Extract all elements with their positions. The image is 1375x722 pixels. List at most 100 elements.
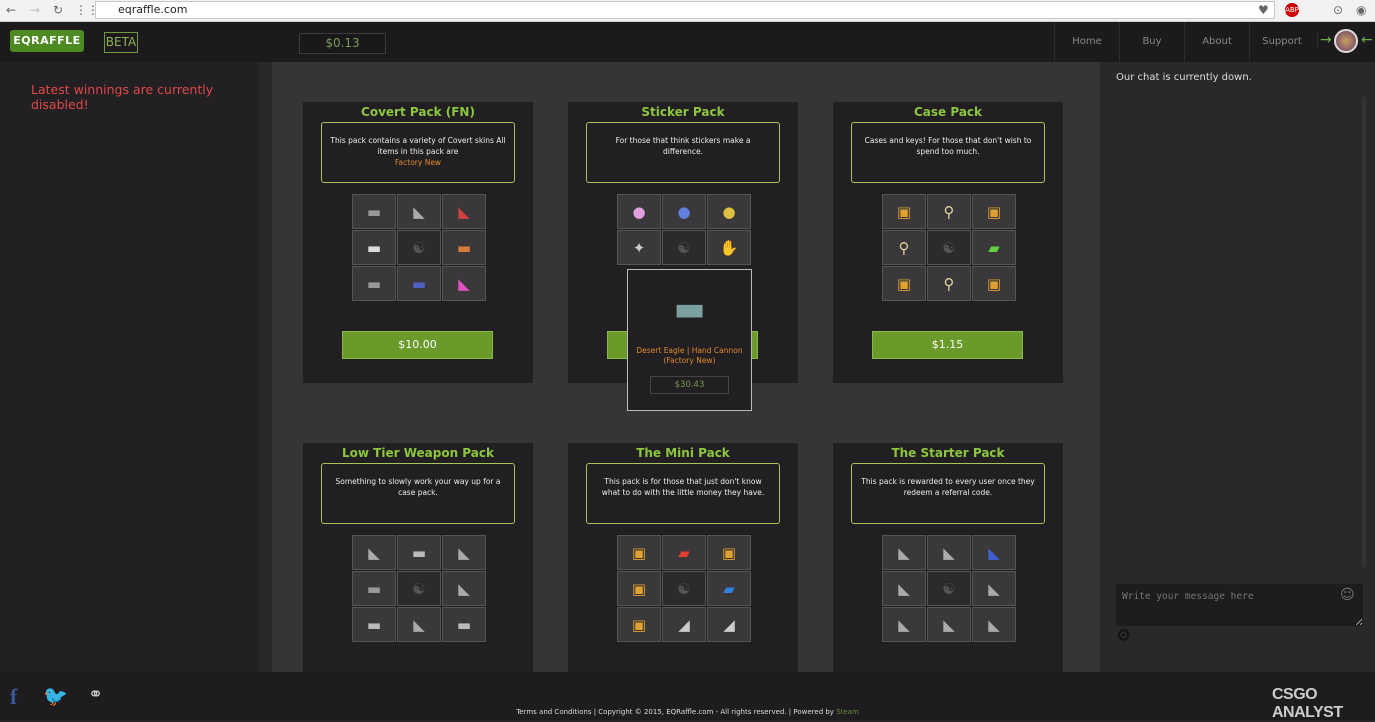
pack-item[interactable]: ◣ — [882, 535, 926, 570]
pack-item[interactable]: ▬ — [352, 230, 396, 265]
pack-item[interactable]: ▣ — [882, 194, 926, 229]
steam-icon[interactable]: ⚭ — [88, 684, 103, 705]
pack-description: For those that think stickers make a dif… — [586, 122, 780, 183]
pack-card: The Starter Pack This pack is rewarded t… — [833, 443, 1063, 672]
gear-icon[interactable]: ⚙ — [1116, 626, 1131, 646]
pack-item[interactable]: ⚲ — [927, 194, 971, 229]
profile-icon[interactable]: ◉ — [1356, 3, 1366, 17]
pistol-icon: ◣ — [368, 543, 380, 562]
pack-item[interactable]: ▰ — [707, 571, 751, 606]
nav-buy[interactable]: Buy — [1119, 22, 1184, 62]
pack-item[interactable]: ▣ — [972, 194, 1016, 229]
address-bar[interactable]: eqraffle.com — [95, 1, 1275, 19]
pack-item[interactable]: ✋ — [707, 230, 751, 265]
pack-item[interactable]: ▣ — [882, 266, 926, 301]
pack-item[interactable]: ✦ — [617, 230, 661, 265]
pack-item[interactable]: ▬ — [352, 266, 396, 301]
forward-icon[interactable]: → — [30, 3, 40, 17]
pack-item[interactable]: ☯ — [662, 230, 706, 265]
pack-item[interactable]: ☯ — [397, 571, 441, 606]
pack-item[interactable]: ◣ — [397, 607, 441, 642]
pack-item[interactable]: ◣ — [972, 607, 1016, 642]
chat-scrollbar[interactable] — [1362, 97, 1366, 567]
back-icon[interactable]: ← — [6, 3, 16, 17]
reload-icon[interactable]: ↻ — [53, 3, 63, 17]
pack-item[interactable]: ☯ — [662, 571, 706, 606]
smg-icon: ▬ — [366, 615, 382, 634]
pack-item[interactable]: ▬ — [352, 607, 396, 642]
adblock-icon[interactable]: ABP — [1285, 3, 1299, 17]
rifle-orange-icon: ▬ — [456, 238, 472, 257]
pack-item[interactable]: ◣ — [882, 571, 926, 606]
sticker-hand-icon: ✋ — [719, 238, 739, 257]
nav-support[interactable]: Support — [1249, 22, 1314, 62]
pack-item[interactable]: ☯ — [927, 230, 971, 265]
case-green-icon: ▰ — [988, 238, 1000, 257]
pack-item[interactable]: ▬ — [397, 266, 441, 301]
buy-pack-button[interactable]: $10.00 — [342, 331, 493, 359]
pack-item[interactable]: ● — [707, 194, 751, 229]
logo[interactable]: EQRAFFLE — [10, 30, 84, 52]
pack-item[interactable]: ☯ — [397, 230, 441, 265]
emoji-icon[interactable]: ☺ — [1340, 587, 1355, 603]
rifle-icon: ▬ — [366, 274, 382, 293]
case-icon: ▣ — [986, 202, 1002, 221]
download-icon[interactable]: ⊙ — [1333, 3, 1343, 17]
chat-input[interactable] — [1116, 584, 1363, 626]
pack-item[interactable]: ▬ — [442, 607, 486, 642]
pack-description-text: This pack contains a variety of Covert s… — [330, 136, 506, 156]
pack-item[interactable]: ◣ — [442, 571, 486, 606]
pack-item[interactable]: ● — [617, 194, 661, 229]
heart-icon[interactable]: ♥ — [1258, 3, 1269, 17]
pack-item[interactable]: ◢ — [707, 607, 751, 642]
pack-item[interactable]: ▣ — [617, 607, 661, 642]
pack-item[interactable]: ◣ — [972, 571, 1016, 606]
pack-item[interactable]: ◣ — [972, 535, 1016, 570]
pack-item[interactable]: ☯ — [927, 571, 971, 606]
twitter-icon[interactable]: 🐦 — [43, 684, 68, 708]
pack-item[interactable]: ◣ — [882, 607, 926, 642]
yinyang-icon: ☯ — [677, 238, 691, 257]
case-icon: ▣ — [896, 274, 912, 293]
pack-item[interactable]: ⚲ — [882, 230, 926, 265]
pistol-icon: ◣ — [458, 543, 470, 562]
sticker-blue-icon: ● — [677, 202, 691, 221]
pack-item[interactable]: ▬ — [352, 571, 396, 606]
pack-item[interactable]: ◣ — [927, 535, 971, 570]
smg-icon: ▬ — [411, 543, 427, 562]
pack-item[interactable]: ▣ — [617, 571, 661, 606]
pack-item[interactable]: ▰ — [662, 535, 706, 570]
avatar[interactable] — [1334, 29, 1358, 53]
buy-pack-button[interactable]: $1.15 — [872, 331, 1023, 359]
pack-items-grid: ▬ ◣ ◣ ▬ ☯ ▬ ▬ ▬ ◣ — [352, 194, 487, 301]
nav-about[interactable]: About — [1184, 22, 1249, 62]
pack-item[interactable]: ▰ — [972, 230, 1016, 265]
pack-item[interactable]: ● — [662, 194, 706, 229]
pack-item[interactable]: ◣ — [927, 607, 971, 642]
pack-item[interactable]: ◣ — [442, 194, 486, 229]
footer: f 🐦 ⚭ Terms and Conditions | Copyright ©… — [0, 672, 1375, 721]
pistol-icon: ◣ — [413, 202, 425, 221]
pack-item[interactable]: ◢ — [662, 607, 706, 642]
pack-item[interactable]: ▬ — [352, 194, 396, 229]
pack-item[interactable]: ◣ — [442, 535, 486, 570]
pack-items-grid: ◣ ▬ ◣ ▬ ☯ ◣ ▬ ◣ ▬ — [352, 535, 487, 642]
pack-item[interactable]: ▣ — [617, 535, 661, 570]
case-red-icon: ▰ — [678, 543, 690, 562]
pack-item[interactable]: ◣ — [397, 194, 441, 229]
pack-item[interactable]: ▣ — [972, 266, 1016, 301]
beta-badge: BETA — [104, 32, 138, 53]
pack-item[interactable]: ⚲ — [927, 266, 971, 301]
key-icon: ⚲ — [943, 202, 955, 221]
pistol-icon: ◣ — [988, 579, 1000, 598]
pack-item[interactable]: ▣ — [707, 535, 751, 570]
pack-item[interactable]: ▬ — [442, 230, 486, 265]
pack-item[interactable]: ▬ — [397, 535, 441, 570]
nav-home[interactable]: Home — [1054, 22, 1119, 62]
pack-item[interactable]: ◣ — [442, 266, 486, 301]
smg-pink-icon: ◣ — [458, 274, 470, 293]
pack-item[interactable]: ◣ — [352, 535, 396, 570]
sticker-bird-icon: ✦ — [632, 238, 646, 257]
steam-link[interactable]: Steam — [836, 708, 859, 716]
facebook-icon[interactable]: f — [10, 684, 17, 710]
